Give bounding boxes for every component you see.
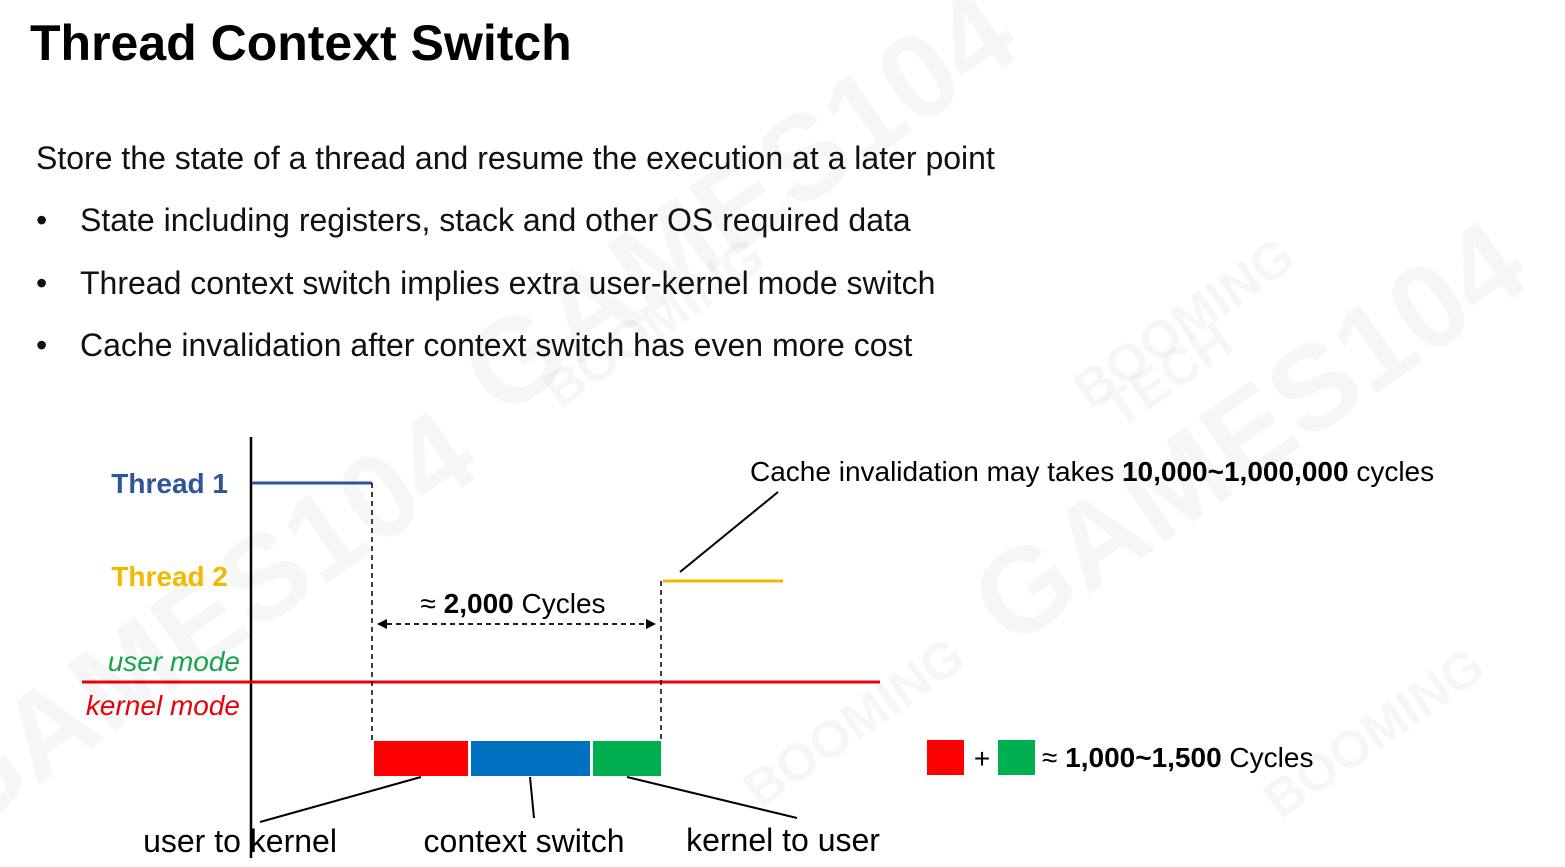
- thread2-label: Thread 2: [111, 561, 228, 592]
- cache-pointer-line: [679, 491, 779, 573]
- cycles-label: ≈ 2,000 Cycles: [420, 588, 605, 619]
- legend-value: 1,000~1,500: [1065, 742, 1222, 773]
- context-switch-block: [471, 741, 590, 776]
- kernel-mode-label: kernel mode: [86, 690, 240, 721]
- kernel-to-user-label: kernel to user: [686, 822, 880, 858]
- legend-prefix: ≈: [1042, 742, 1065, 773]
- legend-cycles-label: ≈ 1,000~1,500 Cycles: [1042, 742, 1313, 773]
- pointer-user-to-kernel: [259, 776, 422, 823]
- thread1-label: Thread 1: [111, 468, 228, 499]
- cache-invalidation-label: Cache invalidation may takes 10,000~1,00…: [750, 456, 1434, 487]
- pointer-context-switch: [529, 776, 535, 819]
- legend-red-swatch: [927, 740, 964, 775]
- cycles-suffix: Cycles: [514, 588, 606, 619]
- legend-suffix: Cycles: [1222, 742, 1314, 773]
- legend-green-swatch: [998, 740, 1035, 775]
- legend-plus: +: [974, 743, 990, 774]
- user-mode-label: user mode: [108, 646, 240, 677]
- kernel-to-user-block: [593, 741, 661, 776]
- user-to-kernel-label: user to kernel: [143, 823, 337, 859]
- context-switch-label: context switch: [424, 823, 625, 859]
- pointer-kernel-to-user: [626, 776, 798, 819]
- cache-prefix: Cache invalidation may takes: [750, 456, 1122, 487]
- cache-value: 10,000~1,000,000: [1122, 456, 1349, 487]
- cycles-prefix: ≈: [420, 588, 443, 619]
- cache-suffix: cycles: [1349, 456, 1435, 487]
- cycles-value: 2,000: [444, 588, 514, 619]
- context-switch-diagram: Thread 1 Thread 2 user mode kernel mode …: [82, 437, 1434, 859]
- user-to-kernel-block: [374, 741, 468, 776]
